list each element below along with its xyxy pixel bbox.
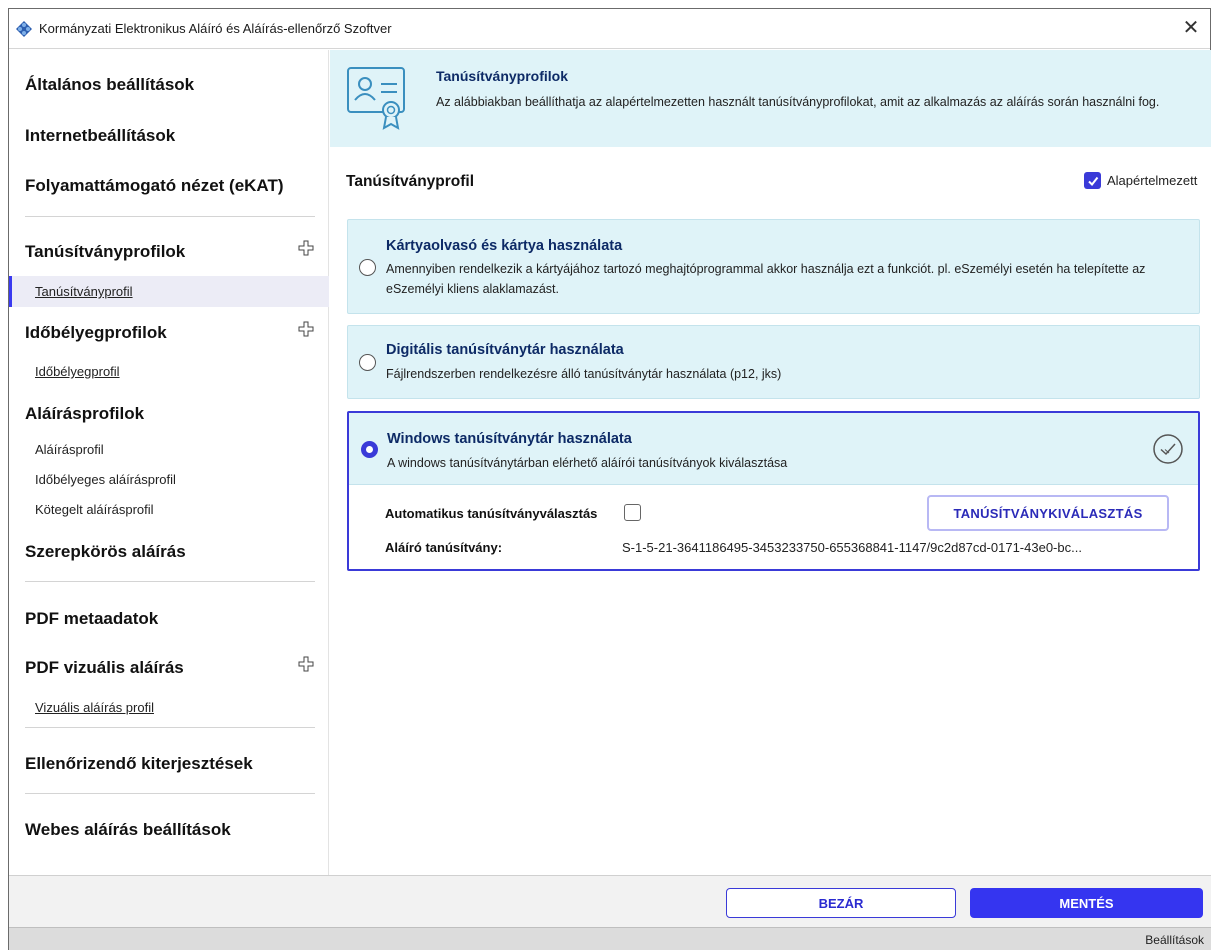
windows-store-radio[interactable] <box>361 441 378 458</box>
sidebar-item-timestamp-profile[interactable]: Időbélyegprofil <box>35 364 120 379</box>
sidebar-divider <box>25 581 315 582</box>
sidebar-item-extensions[interactable]: Ellenőrizendő kiterjesztések <box>25 754 253 774</box>
signer-cert-value: S-1-5-21-3641186495-3453233750-655368841… <box>622 540 1082 555</box>
sidebar-item-cert-profile[interactable]: Tanúsítványprofil <box>35 284 133 299</box>
sidebar-item-timestamp-profiles[interactable]: Időbélyegprofilok <box>25 323 167 343</box>
add-visual-profile-icon[interactable] <box>298 656 314 672</box>
sidebar-divider <box>25 216 315 217</box>
digital-store-radio[interactable] <box>359 354 376 371</box>
sidebar-item-cert-profiles[interactable]: Tanúsítványprofilok <box>25 242 185 262</box>
option-description: Fájlrendszerben rendelkezésre álló tanús… <box>386 367 782 381</box>
sidebar: Általános beállítások Internetbeállításo… <box>9 50 329 875</box>
sidebar-item-batch-signature-profile[interactable]: Kötegelt aláírásprofil <box>35 502 154 517</box>
banner-description: Az alábbiakban beállíthatja az alapértel… <box>436 95 1160 109</box>
section-title: Tanúsítványprofil <box>346 173 475 190</box>
option-header <box>349 413 1198 485</box>
dialog-footer: BEZÁR MENTÉS <box>9 875 1211 927</box>
banner-title: Tanúsítványprofilok <box>436 68 568 84</box>
auto-select-checkbox[interactable] <box>624 504 641 521</box>
sidebar-item-signature-profile[interactable]: Aláírásprofil <box>35 442 104 457</box>
status-text: Beállítások <box>1145 933 1204 947</box>
default-checkbox-label: Alapértelmezett <box>1107 173 1198 188</box>
select-certificate-button[interactable]: TANÚSÍTVÁNYKIVÁLASZTÁS <box>927 495 1169 531</box>
option-description: A windows tanúsítványtárban elérhető alá… <box>387 456 788 470</box>
selected-check-icon <box>1153 434 1183 464</box>
sidebar-item-workflow[interactable]: Folyamattámogató nézet (eKAT) <box>25 176 284 196</box>
add-cert-profile-icon[interactable] <box>298 240 314 256</box>
title-bar: Kormányzati Elektronikus Aláíró és Aláír… <box>9 9 1210 49</box>
close-button[interactable]: BEZÁR <box>726 888 956 918</box>
sidebar-item-internet[interactable]: Internetbeállítások <box>25 126 175 146</box>
sidebar-item-pdf-visual[interactable]: PDF vizuális aláírás <box>25 658 184 678</box>
settings-window: Kormányzati Elektronikus Aláíró és Aláír… <box>8 8 1211 950</box>
sidebar-divider <box>25 727 315 728</box>
default-checkbox[interactable]: Alapértelmezett <box>1084 172 1197 189</box>
option-card-reader[interactable]: Kártyaolvasó és kártya használata Amenny… <box>347 219 1200 314</box>
add-timestamp-profile-icon[interactable] <box>298 321 314 337</box>
sidebar-item-timestamped-signature-profile[interactable]: Időbélyeges aláírásprofil <box>35 472 176 487</box>
main-panel: Tanúsítványprofilok Az alábbiakban beáll… <box>330 50 1211 875</box>
option-windows-store[interactable]: Windows tanúsítványtár használata A wind… <box>347 411 1200 571</box>
option-digital-store[interactable]: Digitális tanúsítványtár használata Fájl… <box>347 325 1200 399</box>
card-reader-radio[interactable] <box>359 259 376 276</box>
sidebar-item-web-signature[interactable]: Webes aláírás beállítások <box>25 820 231 840</box>
sidebar-divider <box>25 793 315 794</box>
sidebar-item-general[interactable]: Általános beállítások <box>25 75 194 95</box>
option-title: Kártyaolvasó és kártya használata <box>386 238 623 254</box>
close-window-button[interactable]: ✕ <box>1180 18 1202 40</box>
option-title: Digitális tanúsítványtár használata <box>386 342 624 358</box>
status-bar: Beállítások <box>9 927 1211 950</box>
auto-select-label: Automatikus tanúsítványválasztás <box>385 506 598 521</box>
certificate-card-icon <box>347 67 405 130</box>
sidebar-item-role-signature[interactable]: Szerepkörös aláírás <box>25 542 186 562</box>
option-title: Windows tanúsítványtár használata <box>387 431 632 447</box>
window-title: Kormányzati Elektronikus Aláíró és Aláír… <box>39 21 392 36</box>
sidebar-item-visual-profile[interactable]: Vizuális aláírás profil <box>35 700 154 715</box>
sidebar-item-pdf-metadata[interactable]: PDF metaadatok <box>25 609 158 629</box>
sidebar-item-signature-profiles[interactable]: Aláírásprofilok <box>25 404 144 424</box>
option-description: Amennyiben rendelkezik a kártyájához tar… <box>386 262 1146 296</box>
info-banner: Tanúsítványprofilok Az alábbiakban beáll… <box>330 50 1211 147</box>
signer-cert-label: Aláíró tanúsítvány: <box>385 540 503 555</box>
checkmark-icon[interactable] <box>1084 172 1101 189</box>
app-logo-icon <box>16 20 32 37</box>
save-button[interactable]: MENTÉS <box>970 888 1203 918</box>
